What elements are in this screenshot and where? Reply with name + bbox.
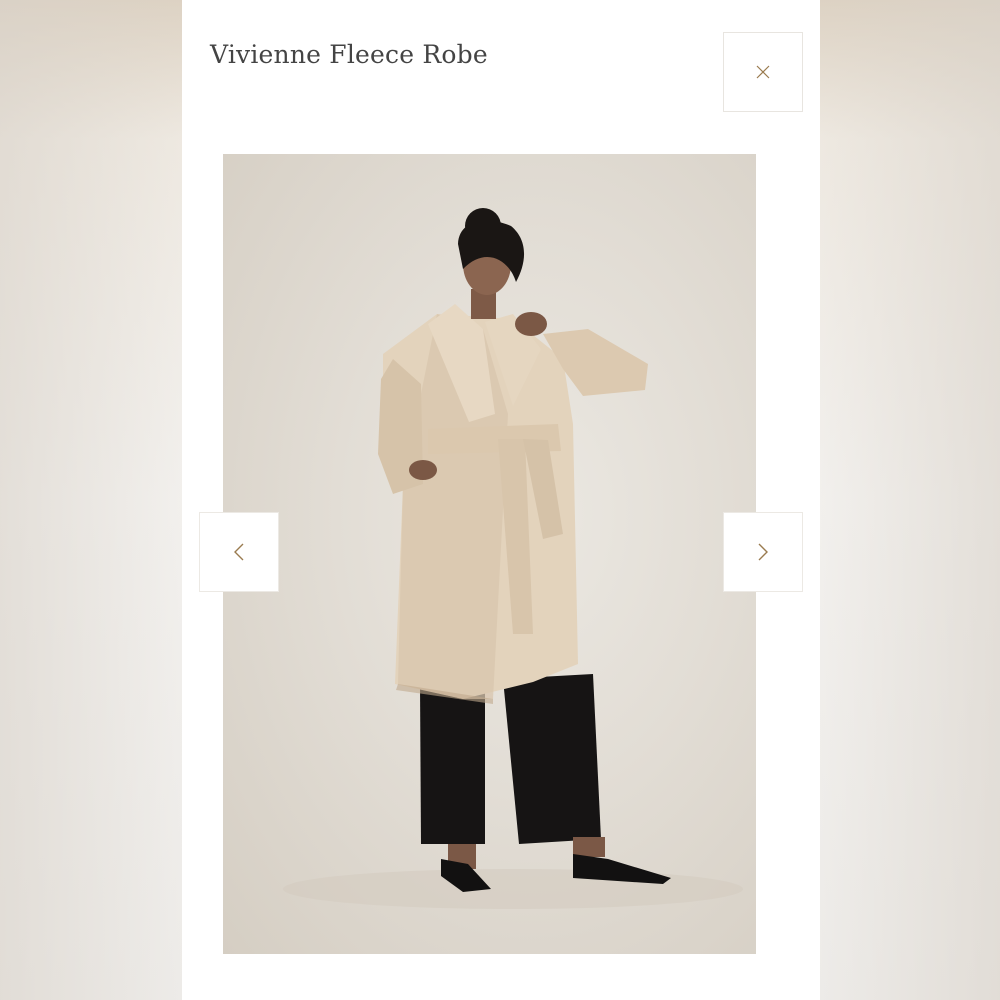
product-image — [223, 154, 756, 954]
chevron-right-icon — [758, 543, 768, 561]
backdrop-left — [0, 0, 182, 1000]
product-title: Vivienne Fleece Robe — [210, 40, 488, 69]
chevron-left-icon — [234, 543, 244, 561]
backdrop-right — [820, 0, 1000, 1000]
next-image-button[interactable] — [723, 512, 803, 592]
product-image-modal: Vivienne Fleece Robe — [182, 0, 820, 1000]
previous-image-button[interactable] — [199, 512, 279, 592]
model-photo — [283, 208, 743, 909]
close-button[interactable] — [723, 32, 803, 112]
close-icon — [756, 65, 770, 79]
